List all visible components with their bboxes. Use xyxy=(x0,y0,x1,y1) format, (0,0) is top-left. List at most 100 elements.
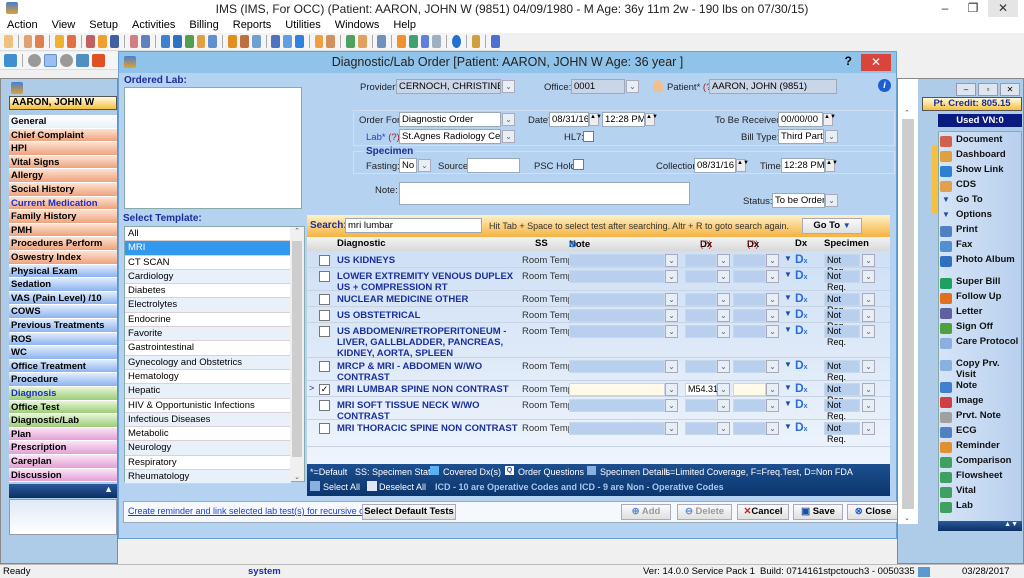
nav-item-procedure[interactable]: Procedure xyxy=(9,373,117,387)
dx-lookup-icon[interactable]: Dx xyxy=(795,291,808,305)
notes-icon[interactable] xyxy=(141,35,151,48)
status-dropdown-icon[interactable]: ⌄ xyxy=(825,194,838,207)
chart-icon[interactable] xyxy=(345,35,355,48)
panel-item-ecg[interactable]: ECG xyxy=(938,425,1020,438)
note-dropdown-icon[interactable]: ⌄ xyxy=(665,399,678,412)
template-item-infectious-diseases[interactable]: Infectious Diseases xyxy=(125,412,291,428)
nav-item-current-medication[interactable]: Current Medication xyxy=(9,196,117,211)
header-ss[interactable]: SS xyxy=(535,238,548,249)
grid-row[interactable]: LOWER EXTREMITY VENOUS DUPLEX US + COMPR… xyxy=(307,268,890,293)
lock-icon[interactable] xyxy=(471,35,481,48)
dx-menu-icon[interactable]: ▼ xyxy=(784,360,792,369)
specimen-dropdown-icon[interactable]: ⌄ xyxy=(862,360,875,373)
provider-dropdown-icon[interactable]: ⌄ xyxy=(502,80,515,93)
note-field[interactable] xyxy=(569,399,665,412)
dx1-dropdown-icon[interactable]: ⌄ xyxy=(717,383,730,396)
dx-lookup-icon[interactable]: Dx xyxy=(795,252,808,266)
note-field[interactable] xyxy=(569,325,665,338)
row-checkbox[interactable]: ✓ xyxy=(319,384,330,395)
dx1-dropdown-icon[interactable]: ⌄ xyxy=(717,360,730,373)
specimen-dropdown-icon[interactable]: ⌄ xyxy=(862,309,875,322)
dx1-field[interactable] xyxy=(685,399,717,412)
row-checkbox[interactable] xyxy=(319,326,330,337)
row-checkbox[interactable] xyxy=(319,400,330,411)
report-icon[interactable] xyxy=(251,35,261,48)
claims-icon[interactable] xyxy=(184,35,194,48)
nav-item-vital-signs[interactable]: Vital Signs xyxy=(9,155,117,170)
help-icon[interactable] xyxy=(452,35,461,48)
note-field[interactable] xyxy=(569,309,665,322)
edit-icon[interactable] xyxy=(66,35,76,48)
menu-utilities[interactable]: Utilities xyxy=(278,17,327,33)
nav-item-hpi[interactable]: HPI xyxy=(9,142,117,156)
grid-row[interactable]: > ✓ MRI LUMBAR SPINE NON CONTRAST Room Temp… xyxy=(307,381,890,405)
dx1-field[interactable]: M54.31 xyxy=(685,383,718,396)
specimen-dropdown-icon[interactable]: ⌄ xyxy=(862,293,875,306)
remove-circle-icon[interactable] xyxy=(60,54,73,67)
grid-row[interactable]: US ABDOMEN/RETROPERITONEUM - LIVER, GALL… xyxy=(307,323,890,359)
to-be-received-field[interactable]: 00/00/00 xyxy=(778,112,823,127)
dx2-dropdown-icon[interactable]: ⌄ xyxy=(766,422,779,435)
collection-date-spinner[interactable]: ▲▼ xyxy=(736,159,749,172)
panel-item-image[interactable]: Image xyxy=(938,395,1020,408)
puzzle-icon[interactable] xyxy=(92,54,105,67)
panel-item-flowsheet[interactable]: Flowsheet xyxy=(938,470,1020,483)
note-dropdown-icon[interactable]: ⌄ xyxy=(665,254,678,267)
ledger-icon[interactable] xyxy=(196,35,206,48)
doc-icon[interactable] xyxy=(129,35,139,48)
grid-row[interactable]: NUCLEAR MEDICINE OTHER Room Temp. ⌄ ⌄ ⌄ ▼ Dx No… xyxy=(307,291,890,315)
specimen-dropdown-icon[interactable]: ⌄ xyxy=(862,383,875,396)
fasting-dropdown-icon[interactable]: ⌄ xyxy=(418,159,431,172)
nav-item-office-treatment[interactable]: Office Treatment xyxy=(9,359,117,374)
template-item-cardiology[interactable]: Cardiology xyxy=(125,269,291,285)
dx-menu-icon[interactable]: ▼ xyxy=(784,309,792,318)
close-window-button[interactable]: ✕ xyxy=(988,0,1018,17)
select-all-link[interactable]: Select All xyxy=(323,482,360,492)
dx-menu-icon[interactable]: ▼ xyxy=(784,399,792,408)
note-dropdown-icon[interactable]: ⌄ xyxy=(665,325,678,338)
dx2-dropdown-icon[interactable]: ⌄ xyxy=(766,309,779,322)
grid-row[interactable]: US KIDNEYSRoom Temp.⌄⌄⌄▼DxNot Req.⌄ xyxy=(307,252,890,276)
nav-item-office-test[interactable]: Office Test xyxy=(9,400,117,415)
psc-hold-checkbox[interactable] xyxy=(573,159,584,170)
dx2-dropdown-icon[interactable]: ⌄ xyxy=(766,254,779,267)
nav-item-cows[interactable]: COWS xyxy=(9,305,117,319)
row-checkbox[interactable] xyxy=(319,255,330,266)
menu-action[interactable]: Action xyxy=(0,17,45,33)
panel-item-go-to[interactable]: ▼ Go To xyxy=(938,194,1020,206)
open-folder-icon[interactable] xyxy=(4,54,17,67)
menu-windows[interactable]: Windows xyxy=(328,17,387,33)
edit-note-icon[interactable] xyxy=(44,54,57,67)
provider-select[interactable]: CERNOCH, CHRISTINE xyxy=(396,79,501,94)
panel-item-comparison[interactable]: Comparison xyxy=(938,455,1020,468)
go-to-button[interactable]: Go To ▼ xyxy=(802,218,862,234)
panel-item-care-protocol[interactable]: Care Protocol xyxy=(938,336,1020,349)
status-select[interactable]: To be Ordered xyxy=(772,193,825,208)
dx-lookup-icon[interactable]: Dx xyxy=(795,323,808,337)
order-for-select[interactable]: Diagnostic Order xyxy=(399,112,501,127)
add-button[interactable]: ⊕ Add xyxy=(621,504,671,520)
fasting-select[interactable]: No xyxy=(399,158,417,173)
template-scroll-thumb[interactable] xyxy=(292,241,302,457)
dx2-field[interactable] xyxy=(733,309,766,322)
specimen-field[interactable]: Not Req. xyxy=(824,383,860,405)
panel-item-cds[interactable]: CDS xyxy=(938,179,1020,192)
minimize-button[interactable]: – xyxy=(930,0,960,17)
dx-lookup-icon[interactable]: Dx xyxy=(795,397,808,411)
grid-row[interactable]: MRI THORACIC SPINE NON CONTRAST Room Temp… xyxy=(307,420,890,447)
template-item-gastrointestinal[interactable]: Gastrointestinal xyxy=(125,341,291,356)
nav-scroll-up[interactable]: ▲ xyxy=(9,484,117,498)
note-input[interactable] xyxy=(399,182,690,205)
template-scrollbar[interactable]: ⌃ ⌄ xyxy=(290,227,304,481)
dx2-dropdown-icon[interactable]: ⌄ xyxy=(766,383,779,396)
add-note-icon[interactable]: ⊕ xyxy=(569,239,577,250)
header-specimen[interactable]: Specimen xyxy=(824,238,869,249)
specimen-field[interactable]: Not Req. xyxy=(824,422,860,444)
nav-item-discussion[interactable]: Discussion xyxy=(9,468,117,483)
note-field[interactable] xyxy=(569,254,665,267)
panel-item-sign-off[interactable]: Sign Off xyxy=(938,321,1020,334)
payment-icon[interactable] xyxy=(172,35,182,48)
template-item-neurology[interactable]: Neurology xyxy=(125,441,291,456)
dx-lookup-icon[interactable]: Dx xyxy=(795,268,808,282)
note-dropdown-icon[interactable]: ⌄ xyxy=(665,293,678,306)
